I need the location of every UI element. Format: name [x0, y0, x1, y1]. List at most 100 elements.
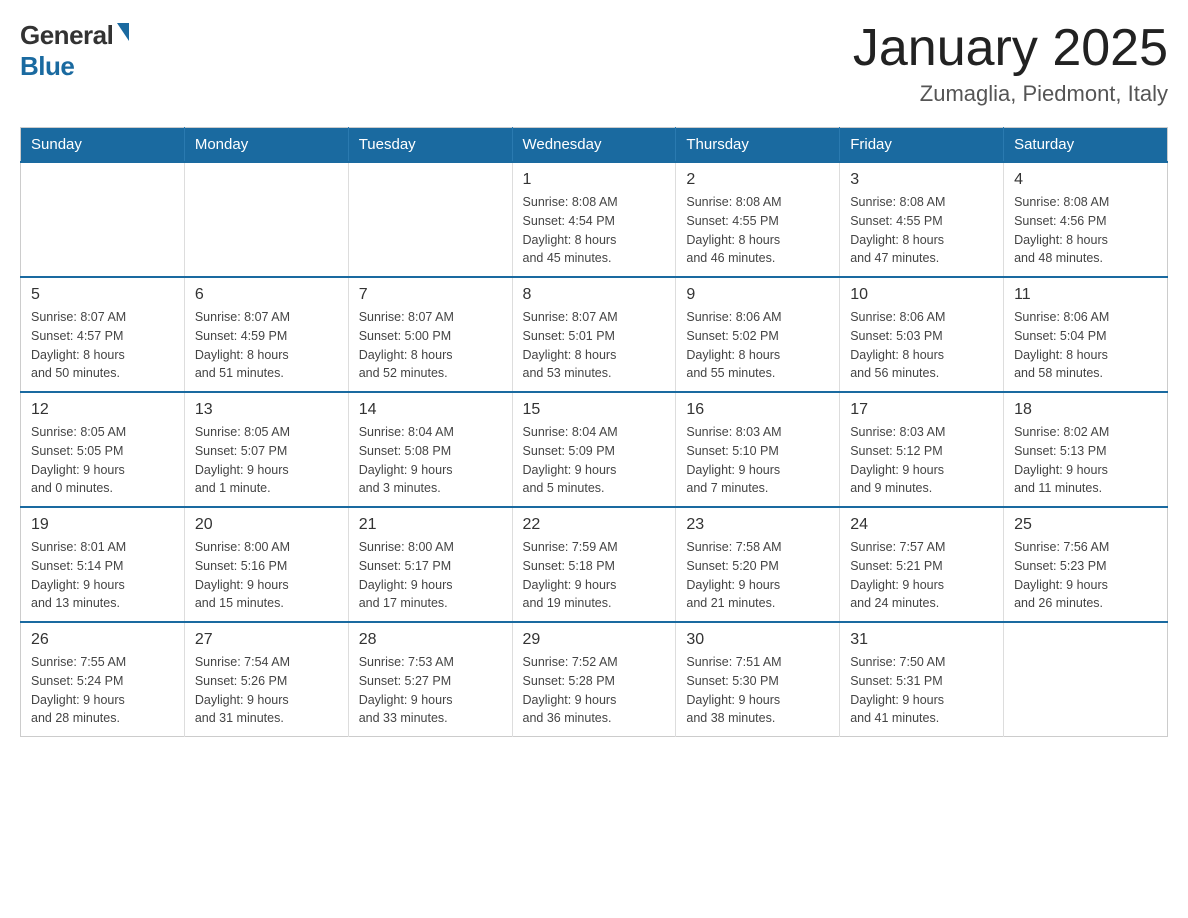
calendar-cell: 14 Sunrise: 8:04 AM Sunset: 5:08 PM Dayli…: [348, 392, 512, 507]
location-title: Zumaglia, Piedmont, Italy: [853, 81, 1168, 107]
day-number: 22: [523, 516, 666, 534]
calendar-cell: [1004, 622, 1168, 737]
day-info: Sunrise: 8:04 AM Sunset: 5:09 PM Dayligh…: [523, 423, 666, 498]
page-header: General Blue January 2025 Zumaglia, Pied…: [20, 20, 1168, 107]
calendar-cell: 7 Sunrise: 8:07 AM Sunset: 5:00 PM Daylig…: [348, 277, 512, 392]
day-number: 17: [850, 401, 993, 419]
calendar-cell: 17 Sunrise: 8:03 AM Sunset: 5:12 PM Dayli…: [840, 392, 1004, 507]
day-info: Sunrise: 8:00 AM Sunset: 5:16 PM Dayligh…: [195, 538, 338, 613]
day-number: 18: [1014, 401, 1157, 419]
calendar-header-thursday: Thursday: [676, 128, 840, 163]
calendar-cell: 4Sunrise: 8:08 AM Sunset: 4:56 PM Daylig…: [1004, 162, 1168, 277]
day-info: Sunrise: 8:00 AM Sunset: 5:17 PM Dayligh…: [359, 538, 502, 613]
day-number: 14: [359, 401, 502, 419]
calendar-cell: 23 Sunrise: 7:58 AM Sunset: 5:20 PM Dayli…: [676, 507, 840, 622]
calendar-cell: 27Sunrise: 7:54 AM Sunset: 5:26 PM Dayli…: [184, 622, 348, 737]
day-number: 20: [195, 516, 338, 534]
day-info: Sunrise: 7:58 AM Sunset: 5:20 PM Dayligh…: [686, 538, 829, 613]
calendar-cell: 20 Sunrise: 8:00 AM Sunset: 5:16 PM Dayli…: [184, 507, 348, 622]
calendar-cell: 29Sunrise: 7:52 AM Sunset: 5:28 PM Dayli…: [512, 622, 676, 737]
day-info: Sunrise: 7:59 AM Sunset: 5:18 PM Dayligh…: [523, 538, 666, 613]
calendar-cell: 5 Sunrise: 8:07 AM Sunset: 4:57 PM Daylig…: [21, 277, 185, 392]
day-number: 6: [195, 286, 338, 304]
calendar-header-monday: Monday: [184, 128, 348, 163]
day-info: Sunrise: 8:08 AM Sunset: 4:54 PM Dayligh…: [523, 193, 666, 268]
title-area: January 2025 Zumaglia, Piedmont, Italy: [853, 20, 1168, 107]
calendar-cell: [21, 162, 185, 277]
calendar-cell: 21 Sunrise: 8:00 AM Sunset: 5:17 PM Dayli…: [348, 507, 512, 622]
day-number: 9: [686, 286, 829, 304]
calendar-header-saturday: Saturday: [1004, 128, 1168, 163]
day-info: Sunrise: 8:08 AM Sunset: 4:56 PM Dayligh…: [1014, 193, 1157, 268]
calendar-cell: 18 Sunrise: 8:02 AM Sunset: 5:13 PM Dayli…: [1004, 392, 1168, 507]
calendar-header-friday: Friday: [840, 128, 1004, 163]
day-info: Sunrise: 8:02 AM Sunset: 5:13 PM Dayligh…: [1014, 423, 1157, 498]
calendar-cell: 26 Sunrise: 7:55 AM Sunset: 5:24 PM Dayli…: [21, 622, 185, 737]
day-number: 15: [523, 401, 666, 419]
calendar-cell: 3Sunrise: 8:08 AM Sunset: 4:55 PM Daylig…: [840, 162, 1004, 277]
calendar-cell: 24 Sunrise: 7:57 AM Sunset: 5:21 PM Dayli…: [840, 507, 1004, 622]
day-number: 23: [686, 516, 829, 534]
day-info: Sunrise: 8:05 AM Sunset: 5:07 PM Dayligh…: [195, 423, 338, 498]
day-number: 24: [850, 516, 993, 534]
day-number: 11: [1014, 286, 1157, 304]
logo: General Blue: [20, 20, 129, 82]
day-info: Sunrise: 7:55 AM Sunset: 5:24 PM Dayligh…: [31, 653, 174, 728]
logo-triangle-icon: [117, 23, 129, 41]
calendar-cell: 1Sunrise: 8:08 AM Sunset: 4:54 PM Daylig…: [512, 162, 676, 277]
calendar-cell: 30Sunrise: 7:51 AM Sunset: 5:30 PM Dayli…: [676, 622, 840, 737]
calendar-header-row: SundayMondayTuesdayWednesdayThursdayFrid…: [21, 128, 1168, 163]
month-title: January 2025: [853, 20, 1168, 77]
calendar-cell: 10 Sunrise: 8:06 AM Sunset: 5:03 PM Dayli…: [840, 277, 1004, 392]
day-number: 3: [850, 171, 993, 189]
logo-general: General: [20, 20, 113, 51]
calendar-cell: 12Sunrise: 8:05 AM Sunset: 5:05 PM Dayli…: [21, 392, 185, 507]
day-info: Sunrise: 8:07 AM Sunset: 5:00 PM Dayligh…: [359, 308, 502, 383]
calendar-cell: 9 Sunrise: 8:06 AM Sunset: 5:02 PM Daylig…: [676, 277, 840, 392]
calendar-cell: 6Sunrise: 8:07 AM Sunset: 4:59 PM Daylig…: [184, 277, 348, 392]
day-number: 28: [359, 631, 502, 649]
day-number: 13: [195, 401, 338, 419]
day-info: Sunrise: 8:06 AM Sunset: 5:03 PM Dayligh…: [850, 308, 993, 383]
calendar-header-sunday: Sunday: [21, 128, 185, 163]
day-number: 7: [359, 286, 502, 304]
day-number: 8: [523, 286, 666, 304]
calendar-cell: 28 Sunrise: 7:53 AM Sunset: 5:27 PM Dayli…: [348, 622, 512, 737]
calendar-week-1: 1Sunrise: 8:08 AM Sunset: 4:54 PM Daylig…: [21, 162, 1168, 277]
day-info: Sunrise: 8:03 AM Sunset: 5:10 PM Dayligh…: [686, 423, 829, 498]
day-info: Sunrise: 7:54 AM Sunset: 5:26 PM Dayligh…: [195, 653, 338, 728]
day-info: Sunrise: 8:08 AM Sunset: 4:55 PM Dayligh…: [686, 193, 829, 268]
calendar-header-tuesday: Tuesday: [348, 128, 512, 163]
day-number: 12: [31, 401, 174, 419]
day-info: Sunrise: 8:03 AM Sunset: 5:12 PM Dayligh…: [850, 423, 993, 498]
day-number: 19: [31, 516, 174, 534]
calendar-cell: 11Sunrise: 8:06 AM Sunset: 5:04 PM Dayli…: [1004, 277, 1168, 392]
calendar-cell: [184, 162, 348, 277]
day-number: 21: [359, 516, 502, 534]
calendar-cell: 31Sunrise: 7:50 AM Sunset: 5:31 PM Dayli…: [840, 622, 1004, 737]
calendar-cell: 22 Sunrise: 7:59 AM Sunset: 5:18 PM Dayli…: [512, 507, 676, 622]
day-info: Sunrise: 8:04 AM Sunset: 5:08 PM Dayligh…: [359, 423, 502, 498]
day-info: Sunrise: 7:50 AM Sunset: 5:31 PM Dayligh…: [850, 653, 993, 728]
day-info: Sunrise: 8:06 AM Sunset: 5:02 PM Dayligh…: [686, 308, 829, 383]
calendar-cell: 15 Sunrise: 8:04 AM Sunset: 5:09 PM Dayli…: [512, 392, 676, 507]
day-number: 5: [31, 286, 174, 304]
day-number: 25: [1014, 516, 1157, 534]
day-info: Sunrise: 8:01 AM Sunset: 5:14 PM Dayligh…: [31, 538, 174, 613]
calendar-header-wednesday: Wednesday: [512, 128, 676, 163]
day-info: Sunrise: 8:07 AM Sunset: 4:57 PM Dayligh…: [31, 308, 174, 383]
day-info: Sunrise: 7:57 AM Sunset: 5:21 PM Dayligh…: [850, 538, 993, 613]
day-number: 10: [850, 286, 993, 304]
calendar-week-3: 12Sunrise: 8:05 AM Sunset: 5:05 PM Dayli…: [21, 392, 1168, 507]
calendar-week-5: 26 Sunrise: 7:55 AM Sunset: 5:24 PM Dayli…: [21, 622, 1168, 737]
day-number: 26: [31, 631, 174, 649]
day-number: 29: [523, 631, 666, 649]
calendar-cell: 13 Sunrise: 8:05 AM Sunset: 5:07 PM Dayli…: [184, 392, 348, 507]
day-info: Sunrise: 8:07 AM Sunset: 5:01 PM Dayligh…: [523, 308, 666, 383]
calendar-cell: 25Sunrise: 7:56 AM Sunset: 5:23 PM Dayli…: [1004, 507, 1168, 622]
calendar-cell: 8 Sunrise: 8:07 AM Sunset: 5:01 PM Daylig…: [512, 277, 676, 392]
calendar-week-2: 5 Sunrise: 8:07 AM Sunset: 4:57 PM Daylig…: [21, 277, 1168, 392]
day-number: 30: [686, 631, 829, 649]
day-number: 2: [686, 171, 829, 189]
day-info: Sunrise: 7:53 AM Sunset: 5:27 PM Dayligh…: [359, 653, 502, 728]
